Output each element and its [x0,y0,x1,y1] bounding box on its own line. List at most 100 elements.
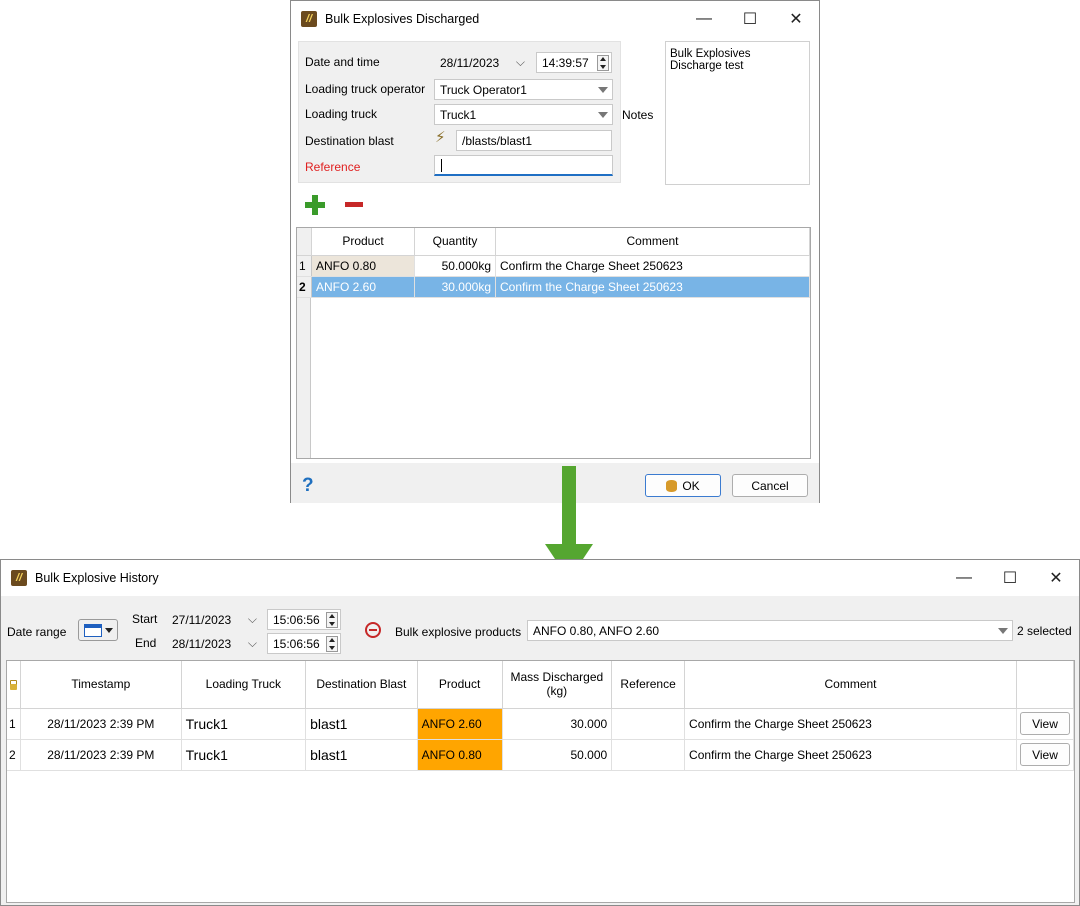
remove-row-icon[interactable] [345,202,363,207]
row-number: 2 [297,276,312,298]
close-icon[interactable]: ✕ [1033,560,1079,596]
table-row-selected[interactable]: 2 ANFO 2.60 30.000kg Confirm the Charge … [297,276,810,298]
column-header-product[interactable]: Product [311,228,415,256]
blast-cell[interactable]: blast1 [305,739,418,771]
blast-field[interactable]: /blasts/blast1 [456,130,612,151]
column-header-destination-blast[interactable]: Destination Blast [305,661,418,709]
row-number: 2 [7,739,21,771]
truck-select[interactable]: Truck1 [434,104,613,125]
view-button[interactable]: View [1020,712,1070,735]
column-header-comment[interactable]: Comment [495,228,810,256]
comment-cell[interactable]: Confirm the Charge Sheet 250623 [495,255,810,277]
spinner-arrows-icon[interactable] [597,55,609,71]
dropdown-arrow-icon [598,112,608,118]
reference-input[interactable] [434,155,613,176]
history-titlebar: // Bulk Explosive History — ☐ ✕ [1,560,1079,596]
view-label: View [1032,747,1058,762]
blast-cell[interactable]: blast1 [305,708,418,740]
column-header-loading-truck[interactable]: Loading Truck [181,661,307,709]
maximize-icon[interactable]: ☐ [987,560,1033,596]
column-header-actions [1016,661,1074,709]
start-date-picker[interactable]: 27/11/2023 ⌵ [166,609,261,630]
comment-cell[interactable]: Confirm the Charge Sheet 250623 [684,708,1017,740]
column-header-mass[interactable]: Mass Discharged (kg) [502,661,613,709]
products-multiselect[interactable]: ANFO 0.80, ANFO 2.60 [527,620,1013,641]
column-header-quantity[interactable]: Quantity [414,228,496,256]
mass-cell[interactable]: 50.000 [502,739,613,771]
clear-products-icon[interactable] [365,622,381,638]
chevron-down-icon: ⌵ [247,612,257,626]
cancel-label: Cancel [751,478,789,493]
products-table: Product Quantity Comment 1 ANFO 0.80 50.… [296,227,811,459]
action-cell: View [1016,708,1074,740]
truck-cell[interactable]: Truck1 [181,739,307,771]
text-cursor [441,158,442,172]
ok-button[interactable]: OK [645,474,721,497]
form-group: Date and time 28/11/2023 ⌵ 14:39:57 Load… [298,41,621,183]
products-label: Bulk explosive products [395,625,522,639]
time-value: 14:39:57 [542,55,589,70]
column-header-comment[interactable]: Comment [684,661,1017,709]
end-label: End [135,636,157,650]
bulk-explosives-discharged-dialog: // Bulk Explosives Discharged — ☐ ✕ Date… [290,0,820,503]
start-time-spinner[interactable]: 15:06:56 [267,609,341,630]
dialog-titlebar: // Bulk Explosives Discharged — ☐ ✕ [291,1,819,37]
spinner-arrows-icon[interactable] [326,636,338,652]
reference-cell[interactable] [611,708,686,740]
product-cell[interactable]: ANFO 0.80 [417,739,503,771]
operator-value: Truck Operator1 [440,82,527,97]
truck-cell[interactable]: Truck1 [181,708,307,740]
help-icon[interactable]: ? [302,475,314,497]
blast-picker-icon[interactable]: ⚡ [435,128,446,146]
product-cell[interactable]: ANFO 2.60 [311,276,415,298]
date-label: Date and time [305,55,380,69]
table-row[interactable]: 2 28/11/2023 2:39 PM Truck1 blast1 ANFO … [7,739,1074,771]
view-label: View [1032,716,1058,731]
table-row[interactable]: 1 28/11/2023 2:39 PM Truck1 blast1 ANFO … [7,708,1074,740]
dialog-title: Bulk Explosives Discharged [325,12,480,26]
quantity-cell[interactable]: 50.000kg [414,255,496,277]
row-number: 1 [7,708,21,740]
operator-select[interactable]: Truck Operator1 [434,79,613,100]
cancel-button[interactable]: Cancel [732,474,808,497]
ok-label: OK [682,478,700,493]
minimize-icon[interactable]: — [681,1,727,37]
quantity-cell[interactable]: 30.000kg [414,276,496,298]
notes-textarea[interactable]: Bulk Explosives Discharge test [665,41,810,185]
spinner-arrows-icon[interactable] [326,612,338,628]
row-number: 1 [297,255,312,277]
products-grid: Product Quantity Comment 1 ANFO 0.80 50.… [297,228,810,298]
minimize-icon[interactable]: — [941,560,987,596]
app-logo-icon: // [11,570,27,586]
product-cell[interactable]: ANFO 2.60 [417,708,503,740]
end-time-spinner[interactable]: 15:06:56 [267,633,341,654]
end-date-picker[interactable]: 28/11/2023 ⌵ [166,633,261,654]
view-button[interactable]: View [1020,743,1070,766]
close-icon[interactable]: ✕ [773,1,819,37]
timestamp-cell[interactable]: 28/11/2023 2:39 PM [20,739,182,771]
add-row-icon[interactable] [304,194,326,216]
table-row[interactable]: 1 ANFO 0.80 50.000kg Confirm the Charge … [297,255,810,277]
column-header-reference[interactable]: Reference [611,661,686,709]
reference-cell[interactable] [611,739,686,771]
mass-cell[interactable]: 30.000 [502,708,613,740]
history-title: Bulk Explosive History [35,571,159,585]
column-header-timestamp[interactable]: Timestamp [20,661,182,709]
truck-value: Truck1 [440,107,477,122]
comment-cell[interactable]: Confirm the Charge Sheet 250623 [495,276,810,298]
bulk-explosive-history-window: // Bulk Explosive History — ☐ ✕ Date ran… [0,559,1080,906]
product-cell[interactable]: ANFO 0.80 [311,255,415,277]
app-logo-icon: // [301,11,317,27]
column-header-product[interactable]: Product [417,661,503,709]
history-grid: Timestamp Loading Truck Destination Blas… [7,661,1074,771]
start-label: Start [132,612,158,626]
corner-cell [297,228,312,256]
maximize-icon[interactable]: ☐ [727,1,773,37]
time-spinner[interactable]: 14:39:57 [536,52,612,73]
blast-value: /blasts/blast1 [462,133,533,148]
comment-cell[interactable]: Confirm the Charge Sheet 250623 [684,739,1017,771]
date-picker[interactable]: 28/11/2023 ⌵ [434,52,530,73]
date-range-button[interactable] [78,619,118,641]
timestamp-cell[interactable]: 28/11/2023 2:39 PM [20,708,182,740]
chevron-down-icon: ⌵ [515,55,525,69]
